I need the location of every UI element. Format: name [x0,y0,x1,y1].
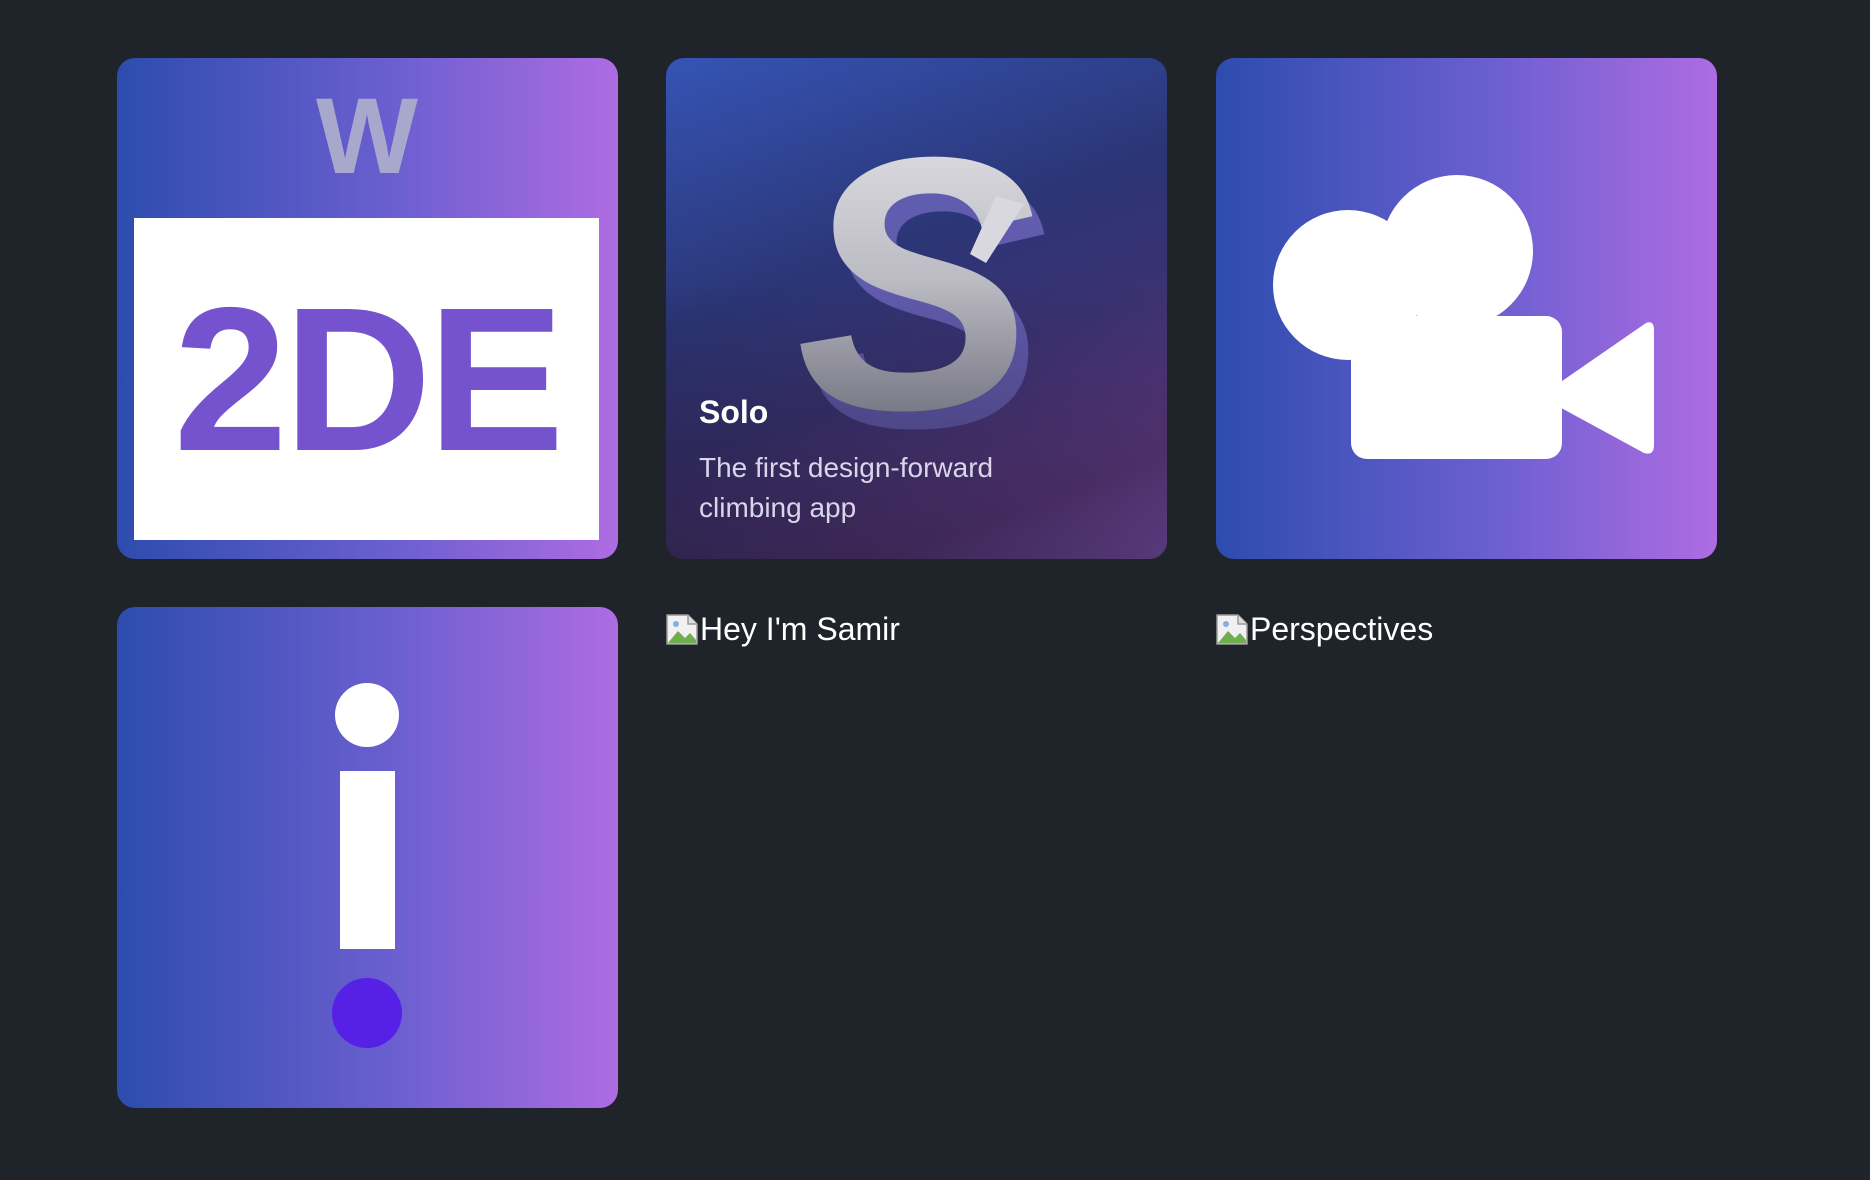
video-camera-icon [1273,175,1654,459]
2de-logo: W 2DE [134,75,599,540]
project-image-samir[interactable]: Hey I'm Samir [666,607,900,651]
project-image-perspectives[interactable]: Perspectives [1216,607,1433,651]
logo-top-letter: W [316,75,418,196]
card-title: Solo [699,394,769,430]
info-icon [332,683,402,1048]
logo-text: 2DE [174,265,561,494]
project-card-solo[interactable]: S S Solo The first design-forward climbi… [666,58,1167,559]
card-description: The first design-forward climbing app [699,452,994,523]
broken-image-icon [666,611,698,647]
project-card-video[interactable] [1216,58,1717,559]
image-alt-text: Hey I'm Samir [700,610,900,647]
image-alt-text: Perspectives [1250,610,1434,647]
project-card-info[interactable] [117,607,618,1108]
broken-image-icon [1216,611,1248,647]
project-card-2de[interactable]: W 2DE [117,58,618,559]
